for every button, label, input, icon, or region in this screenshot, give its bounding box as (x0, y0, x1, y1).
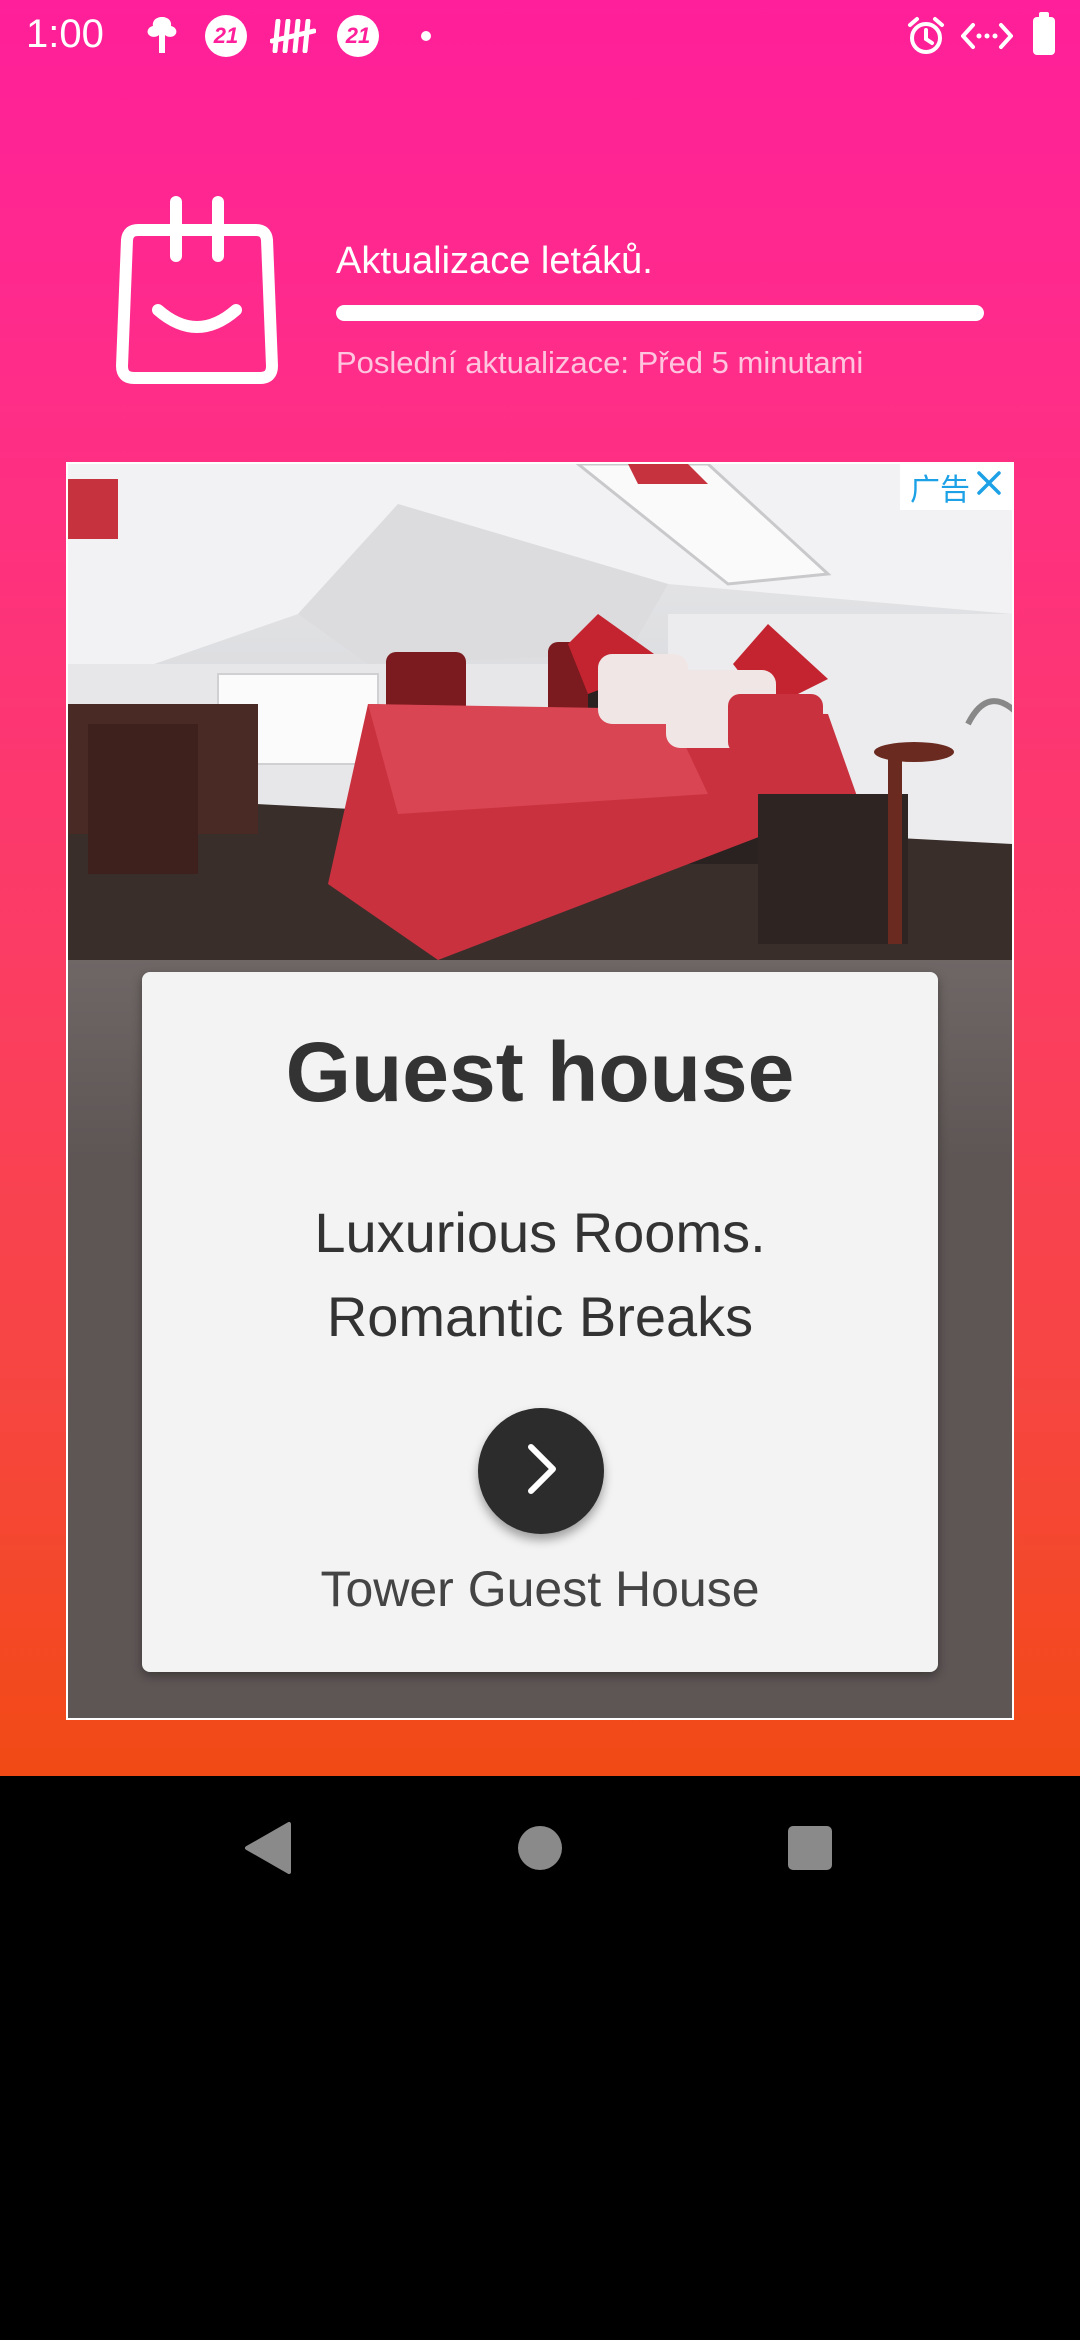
status-time: 1:00 (26, 12, 104, 56)
badge-21-icon: 21 (336, 14, 380, 58)
back-icon[interactable] (236, 1816, 300, 1880)
ad-advertiser: Tower Guest House (320, 1561, 760, 1617)
ad-banner[interactable]: 广告 Guest house Luxurious Rooms. Romantic… (66, 462, 1014, 1720)
ad-card[interactable]: Guest house Luxurious Rooms. Romantic Br… (142, 972, 938, 1672)
navigation-bar (0, 1776, 1080, 1920)
update-title: Aktualizace letáků. (336, 240, 653, 282)
progress-fill (336, 305, 984, 321)
update-progress-bar (336, 305, 984, 321)
app-screen: 1:00 21 21 Aktualizace letáků. Poslední … (0, 0, 1080, 1776)
ad-line-2: Romantic Breaks (326, 1285, 754, 1348)
close-icon[interactable] (976, 470, 1002, 504)
ad-line-1: Luxurious Rooms. (314, 1201, 766, 1264)
ad-choices-button[interactable]: 广告 (900, 464, 1012, 510)
ad-image-bedroom[interactable] (68, 464, 1012, 960)
alarm-icon (904, 14, 948, 58)
home-icon[interactable] (508, 1816, 572, 1880)
chevron-right-icon (521, 1441, 561, 1502)
dot-icon (416, 14, 436, 58)
badge-21-icon: 21 (204, 14, 248, 58)
last-update-text: Poslední aktualizace: Před 5 minutami (336, 345, 864, 380)
nfc-icon (960, 14, 1014, 58)
tally-icon (268, 14, 318, 58)
battery-icon (1032, 12, 1056, 58)
recents-icon[interactable] (778, 1816, 842, 1880)
ad-open-button[interactable] (478, 1408, 604, 1534)
shopping-bag-logo-icon (116, 194, 278, 386)
ad-title: Guest house (285, 1025, 795, 1119)
tree-icon (140, 14, 184, 58)
status-bar: 1:00 21 21 (0, 0, 1080, 72)
ad-choices-label: 广告 (910, 474, 970, 507)
